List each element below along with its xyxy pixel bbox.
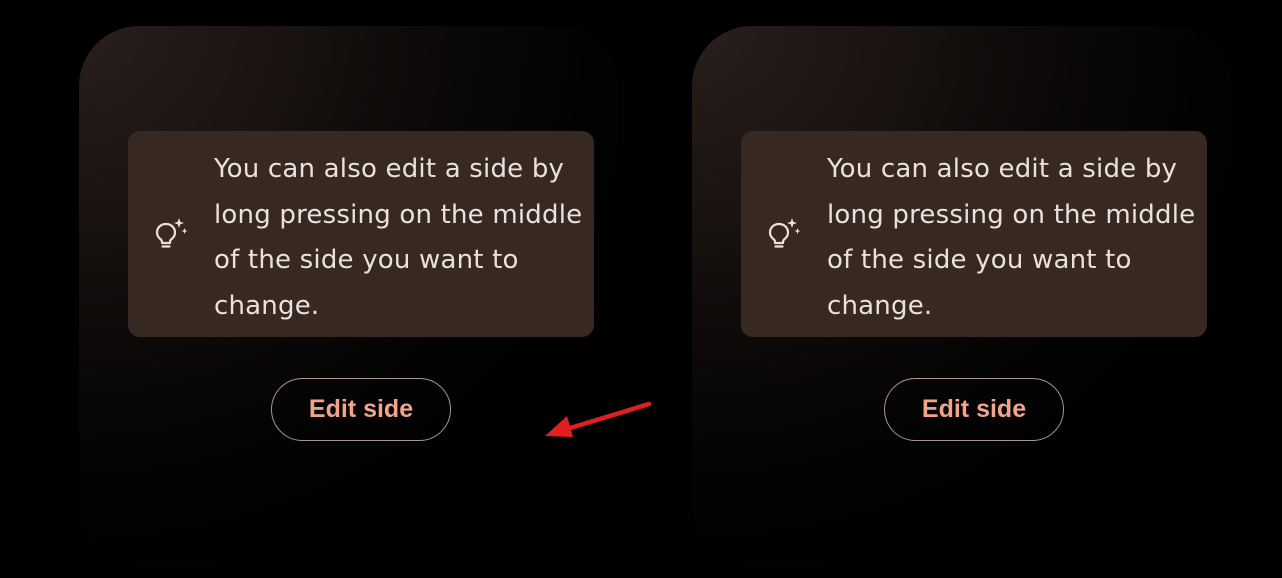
right-panel: You can also edit a side by long pressin… (692, 26, 1232, 566)
tip-text: You can also edit a side by long pressin… (214, 154, 583, 321)
edit-side-button[interactable]: Edit side (884, 378, 1064, 441)
lightbulb-sparkle-icon (768, 218, 801, 248)
tip-card: You can also edit a side by long pressin… (128, 131, 594, 337)
tip-text: You can also edit a side by long pressin… (827, 154, 1196, 321)
red-arrow-icon (545, 401, 652, 437)
lightbulb-sparkle-icon (155, 218, 188, 248)
tip-card: You can also edit a side by long pressin… (741, 131, 1207, 337)
edit-side-button[interactable]: Edit side (271, 378, 451, 441)
left-panel: You can also edit a side by long pressin… (79, 26, 652, 566)
